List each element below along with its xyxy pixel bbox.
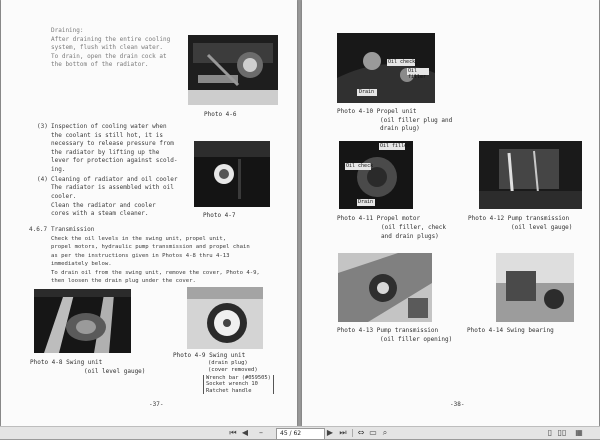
photo-4-14-caption: Photo 4-14 Swing bearing [467, 327, 554, 334]
section-line-4: immediately below. [51, 261, 112, 267]
fit-width-button[interactable]: ⇔ [356, 428, 366, 437]
draining-line-4: the bottom of the radiator. [51, 61, 149, 68]
photo-4-10-sub-1: (oil filler plug and [380, 117, 453, 124]
photo-4-13-caption: Photo 4-13 Pump transmission [337, 327, 439, 334]
item3-line-3: necessary to release pressure from [51, 140, 174, 147]
photo-4-10-label-oil-check: Oil check [388, 59, 416, 65]
photo-4-11-sub-1: (oil filler, check [381, 224, 447, 231]
page-number-input[interactable] [276, 428, 325, 440]
search-button[interactable]: ⌕ [380, 428, 390, 437]
fit-page-button[interactable]: ▭ [368, 428, 378, 437]
photo-4-8-sub: (oil level gauge) [84, 368, 146, 375]
photo-4-8 [34, 289, 131, 353]
grid-icon: ▦ [575, 428, 583, 437]
next-page-icon: ▶ [326, 428, 334, 437]
photo-4-12-caption: Photo 4-12 Pump transmission [468, 215, 570, 222]
photo-4-11-label-oil-filler: Oil filler [380, 143, 411, 149]
section-line-2: propel motors, hydraulic pump transmissi… [51, 244, 250, 250]
section-line-6: then loosen the drain plug under the cov… [51, 278, 196, 284]
fit-width-icon: ⇔ [357, 428, 365, 437]
item4-line-2: The radiator is assembled with oil [51, 184, 174, 191]
item3-line-6: ing. [51, 166, 66, 173]
first-page-icon: ⏮ [229, 428, 237, 437]
tools-list: Wrench bar (#059505) Socket wrench 10 Ra… [203, 375, 274, 395]
photo-4-10: Oil check Oil filler Drain [337, 33, 435, 103]
item3-number: (3) [37, 123, 48, 130]
two-page-icon: ▯▯ [557, 428, 567, 437]
photo-4-12 [479, 141, 582, 209]
prev-page-icon: ◀ [241, 428, 249, 437]
search-icon: ⌕ [382, 428, 388, 437]
right-page: Oil check Oil filler Drain Photo 4-10 Pr… [302, 0, 599, 426]
photo-4-8-caption: Photo 4-8 Swing unit [30, 359, 103, 366]
zoom-out-button[interactable]: – [256, 428, 266, 437]
photo-4-9-sub-2: (cover removed) [208, 367, 258, 373]
fit-page-icon: ▭ [369, 428, 377, 437]
left-page: Draining: After draining the entire cool… [1, 0, 297, 426]
right-page-number: -38- [450, 401, 465, 408]
photo-4-11-sub-2: and drain plugs) [381, 233, 439, 240]
last-page-icon: ⏭ [339, 428, 347, 437]
item3-line-1: Inspection of cooling water when [51, 123, 167, 130]
section-title: Transmission [51, 226, 95, 233]
photo-4-7 [194, 141, 270, 207]
tool-3: Ratchet handle [206, 387, 252, 394]
section-number: 4.6.7 [29, 226, 48, 233]
draining-title: Draining: [51, 27, 84, 34]
photo-4-13 [338, 253, 432, 322]
photo-4-12-sub: (oil level gauge) [511, 224, 573, 231]
grid-view-button[interactable]: ▦ [574, 428, 584, 437]
item4-line-3: cooler. [51, 193, 77, 200]
last-page-button[interactable]: ⏭ [338, 428, 348, 437]
photo-4-10-caption: Photo 4-10 Propel unit [337, 108, 417, 115]
minus-icon: – [259, 428, 263, 437]
photo-4-11-label-drain: Drain [358, 199, 374, 205]
draining-line-2: system, flush with clean water. [51, 44, 163, 51]
left-page-number: -37- [149, 401, 164, 408]
single-page-icon: ▯ [547, 428, 553, 437]
photo-4-14 [496, 253, 574, 322]
two-page-view-button[interactable]: ▯▯ [557, 428, 567, 437]
item3-line-5: lever for protection against scold- [51, 157, 178, 164]
prev-page-button[interactable]: ◀ [240, 428, 250, 437]
toolbar-divider [352, 429, 353, 437]
photo-4-11-caption: Photo 4-11 Propel motor [337, 215, 421, 222]
first-page-button[interactable]: ⏮ [228, 428, 238, 437]
photo-4-9 [187, 287, 263, 349]
photo-4-11-label-oil-check: Oil check [346, 163, 374, 169]
photo-4-13-sub: (oil filler opening) [380, 336, 453, 343]
viewer-toolbar: ⏮ ◀ – ▶ ⏭ ⇔ ▭ ⌕ ▯ ▯▯ ▦ [0, 426, 600, 440]
photo-4-10-sub-2: drain plug) [380, 125, 420, 132]
photo-4-7-caption: Photo 4-7 [203, 212, 236, 219]
photo-4-11: Oil filler Oil check Drain [339, 141, 413, 209]
next-page-button[interactable]: ▶ [325, 428, 335, 437]
item4-number: (4) [37, 176, 48, 183]
photo-4-6 [188, 35, 278, 105]
single-page-view-button[interactable]: ▯ [545, 428, 555, 437]
photo-4-10-label-drain: Drain [359, 89, 375, 95]
photo-4-10-label-oil-filler: Oil filler [408, 68, 427, 80]
item4-line-5: cores with a steam cleaner. [51, 210, 149, 217]
photo-4-6-caption: Photo 4-6 [204, 111, 237, 118]
